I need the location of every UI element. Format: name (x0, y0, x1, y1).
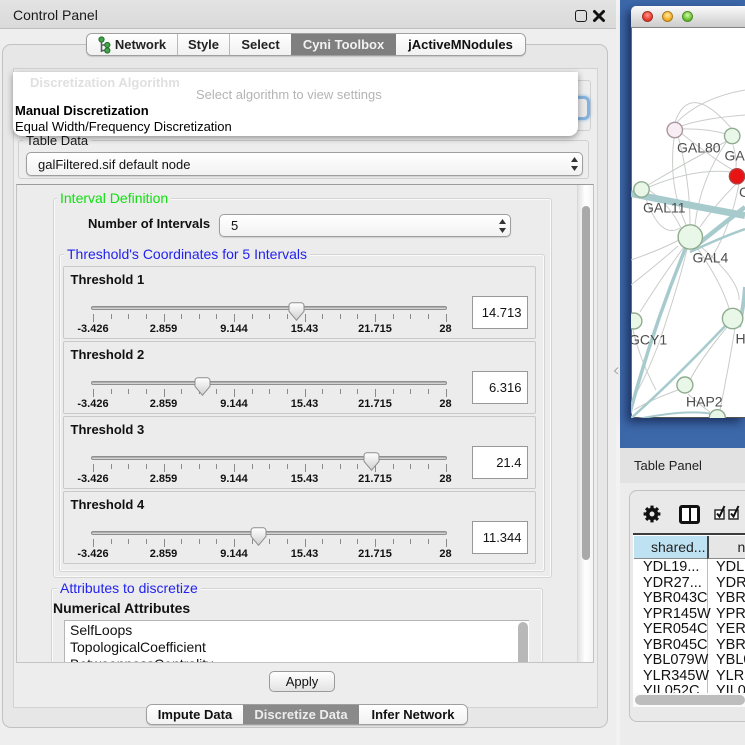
svg-text:H: H (736, 331, 745, 347)
svg-text:GA: GA (725, 148, 745, 164)
svg-text:HAP2: HAP2 (686, 394, 723, 410)
svg-text:C: C (739, 184, 745, 200)
svg-text:GAL11: GAL11 (643, 200, 686, 216)
svg-text:GAL80: GAL80 (677, 140, 721, 156)
svg-text:GCY1: GCY1 (631, 332, 667, 348)
svg-text:GAL4: GAL4 (693, 250, 729, 266)
